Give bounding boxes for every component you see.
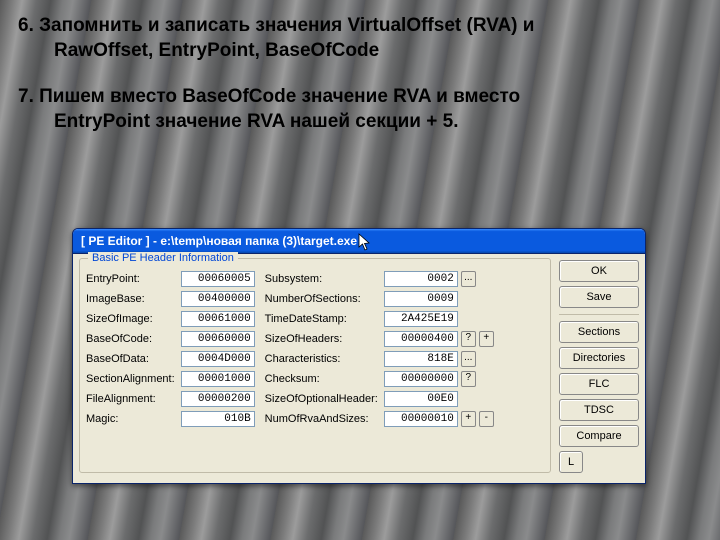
input-numofrvaandsizes[interactable]: 00000010 <box>384 411 458 427</box>
divider <box>559 314 639 315</box>
numofrva-plus-button[interactable]: + <box>461 411 476 427</box>
side-buttons: OK Save Sections Directories FLC TDSC Co… <box>551 258 639 473</box>
tdsc-button[interactable]: TDSC <box>559 399 639 421</box>
directories-button[interactable]: Directories <box>559 347 639 369</box>
sizeofheaders-query-button[interactable]: ? <box>461 331 476 347</box>
basic-header-group: Basic PE Header Information EntryPoint: … <box>79 258 551 473</box>
right-fields: Subsystem: 0002 ... NumberOfSections: 00… <box>265 271 494 427</box>
input-characteristics[interactable]: 818E <box>384 351 458 367</box>
sections-button[interactable]: Sections <box>559 321 639 343</box>
input-sizeofoptionalheader[interactable]: 00E0 <box>384 391 458 407</box>
input-magic[interactable]: 010B <box>181 411 255 427</box>
input-checksum[interactable]: 00000000 <box>384 371 458 387</box>
label-numberofsections: NumberOfSections: <box>265 293 378 305</box>
label-sizeofheaders: SizeOfHeaders: <box>265 333 378 345</box>
label-sectionalignment: SectionAlignment: <box>86 373 175 385</box>
l-button[interactable]: L <box>559 451 583 473</box>
label-subsystem: Subsystem: <box>265 273 378 285</box>
input-sizeofheaders[interactable]: 00000400 <box>384 331 458 347</box>
input-timedatestamp[interactable]: 2A425E19 <box>384 311 458 327</box>
save-button[interactable]: Save <box>559 286 639 308</box>
ok-button[interactable]: OK <box>559 260 639 282</box>
sizeofheaders-plus-button[interactable]: + <box>479 331 494 347</box>
instruction-6: 6. Запомнить и записать значения Virtual… <box>18 14 702 63</box>
label-entrypoint: EntryPoint: <box>86 273 175 285</box>
label-numofrvaandsizes: NumOfRvaAndSizes: <box>265 413 378 425</box>
input-entrypoint[interactable]: 00060005 <box>181 271 255 287</box>
instruction-7: 7. Пишем вместо BaseOfCode значение RVA … <box>18 85 702 134</box>
pe-editor-window: [ PE Editor ] - e:\temp\новая папка (3)\… <box>72 228 646 484</box>
label-baseofcode: BaseOfCode: <box>86 333 175 345</box>
subsystem-more-button[interactable]: ... <box>461 271 476 287</box>
input-numberofsections[interactable]: 0009 <box>384 291 458 307</box>
label-characteristics: Characteristics: <box>265 353 378 365</box>
window-titlebar[interactable]: [ PE Editor ] - e:\temp\новая папка (3)\… <box>73 229 645 254</box>
label-magic: Magic: <box>86 413 175 425</box>
characteristics-more-button[interactable]: ... <box>461 351 476 367</box>
input-baseofdata[interactable]: 0004D000 <box>181 351 255 367</box>
input-sectionalignment[interactable]: 00001000 <box>181 371 255 387</box>
left-fields: EntryPoint: 00060005 ImageBase: 00400000… <box>86 271 255 427</box>
flc-button[interactable]: FLC <box>559 373 639 395</box>
label-filealignment: FileAlignment: <box>86 393 175 405</box>
label-baseofdata: BaseOfData: <box>86 353 175 365</box>
input-baseofcode[interactable]: 00060000 <box>181 331 255 347</box>
input-filealignment[interactable]: 00000200 <box>181 391 255 407</box>
label-sizeofimage: SizeOfImage: <box>86 313 175 325</box>
compare-button[interactable]: Compare <box>559 425 639 447</box>
input-subsystem[interactable]: 0002 <box>384 271 458 287</box>
group-legend: Basic PE Header Information <box>88 252 238 264</box>
checksum-query-button[interactable]: ? <box>461 371 476 387</box>
label-sizeofoptionalheader: SizeOfOptionalHeader: <box>265 393 378 405</box>
numofrva-minus-button[interactable]: - <box>479 411 494 427</box>
input-sizeofimage[interactable]: 00061000 <box>181 311 255 327</box>
input-imagebase[interactable]: 00400000 <box>181 291 255 307</box>
label-checksum: Checksum: <box>265 373 378 385</box>
label-imagebase: ImageBase: <box>86 293 175 305</box>
label-timedatestamp: TimeDateStamp: <box>265 313 378 325</box>
window-title: [ PE Editor ] - e:\temp\новая папка (3)\… <box>81 234 357 248</box>
